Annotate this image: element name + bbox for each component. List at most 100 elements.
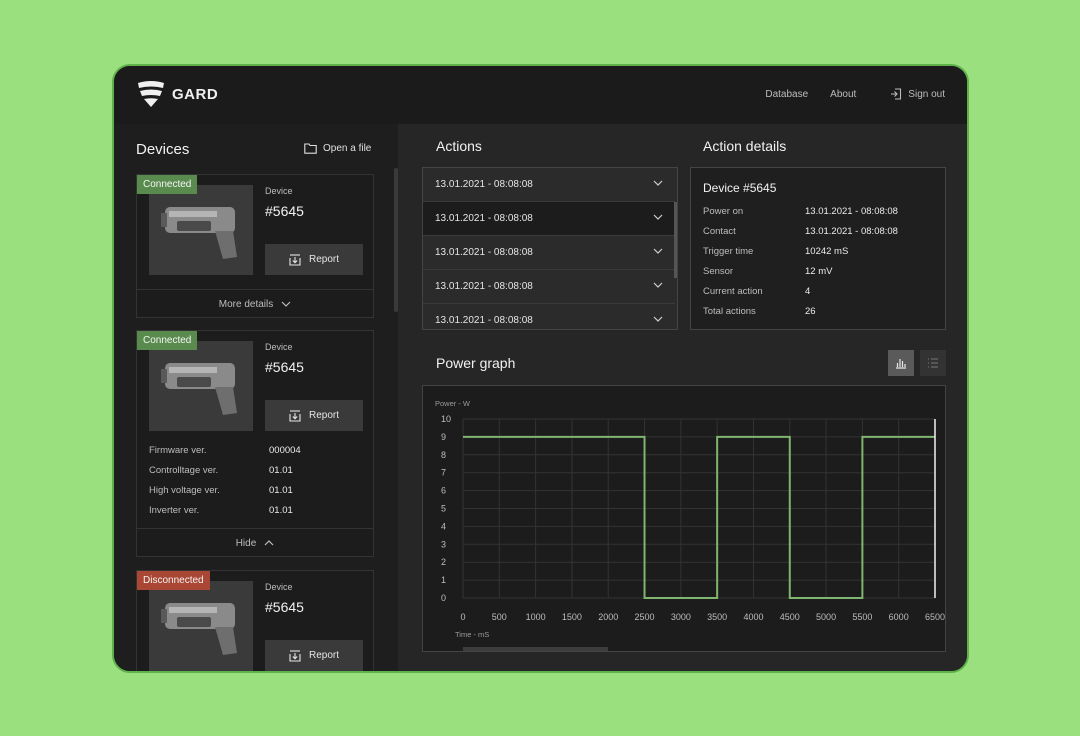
y-tick-label: 10 xyxy=(441,414,451,424)
more-details-label: More details xyxy=(218,298,274,310)
x-tick-label: 4500 xyxy=(780,612,800,622)
x-tick-label: 3500 xyxy=(707,612,727,622)
download-icon xyxy=(289,409,301,422)
actions-list: 13.01.2021 - 08:08:08 13.01.2021 - 08:08… xyxy=(422,167,678,330)
detail-key: Current action xyxy=(703,286,763,297)
logo[interactable]: GARD xyxy=(136,80,218,108)
report-label: Report xyxy=(308,254,339,265)
device-card: Disconnected Device #5645 Report xyxy=(136,570,374,671)
more-details-toggle[interactable]: More details xyxy=(137,289,373,318)
device-id: #5645 xyxy=(265,359,304,375)
device-image xyxy=(149,581,253,671)
chevron-up-icon xyxy=(264,540,274,546)
status-badge: Connected xyxy=(137,175,198,194)
x-tick-label: 2000 xyxy=(598,612,618,622)
x-tick-label: 5000 xyxy=(816,612,836,622)
action-timestamp: 13.01.2021 - 08:08:08 xyxy=(435,179,533,190)
bar-chart-icon xyxy=(896,359,906,369)
devices-panel: Devices Open a file Connected Device #56 xyxy=(114,124,398,671)
sign-out-icon xyxy=(891,88,902,100)
nav-about[interactable]: About xyxy=(830,89,856,100)
spec-label: Controlltage ver. xyxy=(149,465,219,476)
detail-key: Trigger time xyxy=(703,246,754,257)
folder-icon xyxy=(304,143,317,154)
open-file-label: Open a file xyxy=(323,143,372,154)
y-tick-label: 1 xyxy=(441,575,446,585)
y-tick-label: 5 xyxy=(441,504,446,514)
x-tick-label: 1500 xyxy=(562,612,582,622)
action-details-title: Action details xyxy=(703,138,787,154)
main-panel: Actions Action details 13.01.2021 - 08:0… xyxy=(398,124,967,671)
taser-device-icon xyxy=(161,207,237,259)
action-timestamp: 13.01.2021 - 08:08:08 xyxy=(435,247,533,258)
x-tick-label: 1000 xyxy=(526,612,546,622)
device-id: #5645 xyxy=(265,599,304,615)
status-badge: Connected xyxy=(137,331,198,350)
actions-scrollbar[interactable] xyxy=(674,202,677,278)
detail-value: 13.01.2021 - 08:08:08 xyxy=(805,226,898,237)
top-nav: Database About Sign out xyxy=(743,88,945,100)
devices-title: Devices xyxy=(136,141,190,158)
device-label: Device xyxy=(265,342,293,352)
device-label: Device xyxy=(265,582,293,592)
sign-out-button[interactable]: Sign out xyxy=(890,88,945,100)
sign-out-label: Sign out xyxy=(908,88,945,100)
x-tick-label: 5500 xyxy=(852,612,872,622)
x-tick-label: 4000 xyxy=(743,612,763,622)
actions-title: Actions xyxy=(436,138,482,154)
graph-scrollbar[interactable] xyxy=(463,647,608,651)
gard-shield-icon xyxy=(138,81,164,107)
action-row[interactable]: 13.01.2021 - 08:08:08 xyxy=(423,270,675,304)
y-tick-label: 8 xyxy=(441,450,446,460)
chevron-down-icon xyxy=(653,282,663,288)
action-row-selected[interactable]: 13.01.2021 - 08:08:08 xyxy=(423,202,675,236)
y-tick-label: 3 xyxy=(441,539,446,549)
brand-name: GARD xyxy=(172,85,219,103)
device-card: Connected Device #5645 Report More detai… xyxy=(136,174,374,318)
device-image xyxy=(149,185,253,275)
chevron-down-icon xyxy=(653,180,663,186)
chevron-down-icon xyxy=(653,316,663,322)
action-details-card: Device #5645 Power on 13.01.2021 - 08:08… xyxy=(690,167,946,330)
y-tick-label: 7 xyxy=(441,468,446,478)
action-timestamp: 13.01.2021 - 08:08:08 xyxy=(435,281,533,292)
x-tick-label: 3000 xyxy=(671,612,691,622)
nav-database[interactable]: Database xyxy=(765,89,808,100)
x-tick-label: 2500 xyxy=(635,612,655,622)
spec-value: 01.01 xyxy=(269,465,293,476)
chart-view-button[interactable] xyxy=(888,350,914,376)
y-axis-label: Power - W xyxy=(435,399,471,408)
y-tick-label: 4 xyxy=(441,521,446,531)
detail-value: 4 xyxy=(805,286,811,297)
hide-toggle[interactable]: Hide xyxy=(137,528,373,557)
action-row[interactable]: 13.01.2021 - 08:08:08 xyxy=(423,168,675,202)
x-tick-label: 6000 xyxy=(889,612,909,622)
spec-label: High voltage ver. xyxy=(149,485,220,496)
detail-value: 10242 mS xyxy=(805,246,849,257)
taser-device-icon xyxy=(161,603,237,655)
report-button[interactable]: Report xyxy=(265,640,363,671)
device-image xyxy=(149,341,253,431)
report-button[interactable]: Report xyxy=(265,400,363,431)
open-file-button[interactable]: Open a file xyxy=(304,143,371,154)
report-button[interactable]: Report xyxy=(265,244,363,275)
action-row[interactable]: 13.01.2021 - 08:08:08 xyxy=(423,236,675,270)
download-icon xyxy=(289,253,301,266)
spec-label: Inverter ver. xyxy=(149,505,200,516)
power-chart-svg: 0 1 2 3 4 5 6 7 8 9 10 0 500 1000 1500 2000 2500 3000 3500… xyxy=(435,399,945,639)
top-bar: GARD Database About Sign out xyxy=(114,66,967,124)
y-tick-label: 6 xyxy=(441,486,446,496)
y-tick-label: 9 xyxy=(441,432,446,442)
report-label: Report xyxy=(308,410,339,421)
spec-label: Firmware ver. xyxy=(149,445,207,456)
x-tick-label: 6500 xyxy=(925,612,945,622)
list-view-button[interactable] xyxy=(920,350,946,376)
download-icon xyxy=(289,649,301,662)
action-row[interactable]: 13.01.2021 - 08:08:08 xyxy=(423,304,675,329)
y-tick-label: 2 xyxy=(441,557,446,567)
detail-key: Contact xyxy=(703,226,736,237)
chevron-down-icon xyxy=(281,301,291,307)
device-label: Device xyxy=(265,186,293,196)
detail-value: 26 xyxy=(805,306,816,317)
chevron-down-icon xyxy=(653,214,663,220)
